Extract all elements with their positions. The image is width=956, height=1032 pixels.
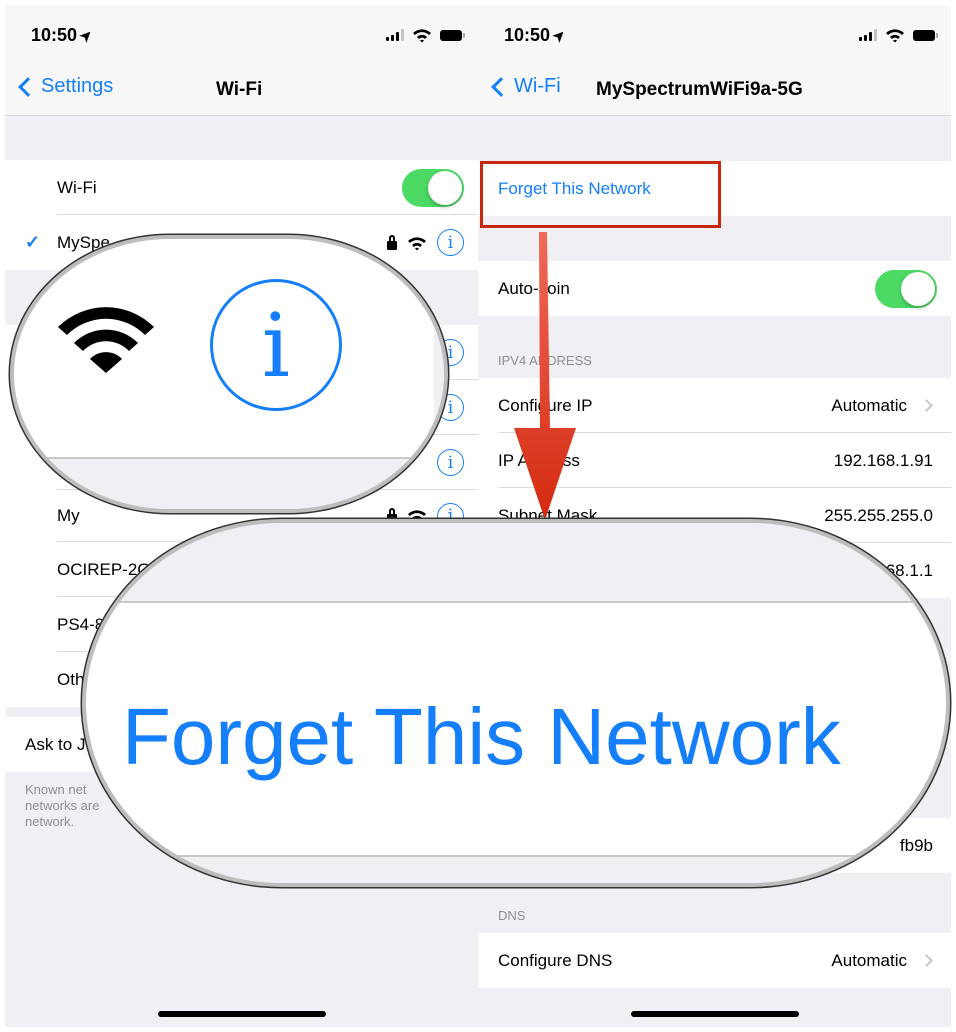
highlight-box	[480, 161, 721, 228]
arrow-down-icon	[514, 232, 576, 520]
nav-bar: Wi-Fi MySpectrumWiFi9a-5G	[478, 65, 951, 116]
location-arrow-icon: ➤	[549, 25, 569, 46]
wifi-status-icon	[886, 29, 904, 43]
magnifier-icons: i	[10, 235, 448, 513]
status-time: 10:50➤	[504, 25, 569, 46]
dns-section-header: DNS	[498, 908, 526, 923]
dns-group: Configure DNS Automatic	[478, 933, 951, 988]
wifi-toggle[interactable]	[402, 168, 464, 207]
checkmark-icon: ✓	[25, 232, 41, 252]
configure-dns-row[interactable]: Configure DNS Automatic	[478, 933, 951, 988]
chevron-left-icon	[18, 76, 38, 97]
wifi-signal-icon	[58, 307, 154, 373]
lock-icon	[387, 234, 397, 250]
chevron-right-icon	[920, 399, 933, 412]
status-bar: 10:50➤	[478, 5, 951, 65]
magnified-forget-label: Forget This Network	[122, 692, 841, 781]
nav-bar: Settings Wi-Fi	[5, 65, 478, 116]
status-icons	[386, 27, 465, 43]
status-icons	[859, 27, 938, 43]
wifi-status-icon	[413, 29, 431, 43]
chevron-right-icon	[920, 954, 933, 967]
home-indicator	[157, 1011, 326, 1017]
status-bar: 10:50➤	[5, 5, 478, 65]
auto-join-toggle[interactable]	[875, 269, 937, 308]
magnifier-forget: Forget This Network	[82, 519, 950, 887]
battery-icon	[913, 29, 938, 41]
page-title: MySpectrumWiFi9a-5G	[596, 79, 803, 100]
wifi-toggle-row: Wi-Fi	[5, 160, 478, 215]
info-icon[interactable]: i	[437, 229, 464, 256]
page-title: Wi-Fi	[216, 79, 263, 100]
location-arrow-icon: ➤	[76, 25, 96, 46]
cell-signal-icon	[386, 29, 404, 41]
chevron-left-icon	[491, 76, 511, 97]
back-button[interactable]: Settings	[15, 75, 113, 98]
status-time: 10:50➤	[31, 25, 96, 46]
wifi-signal-icon	[408, 236, 426, 250]
home-indicator	[630, 1011, 799, 1017]
back-button[interactable]: Wi-Fi	[488, 75, 561, 98]
battery-icon	[440, 29, 465, 41]
cell-signal-icon	[859, 29, 877, 41]
info-icon: i	[210, 279, 342, 411]
